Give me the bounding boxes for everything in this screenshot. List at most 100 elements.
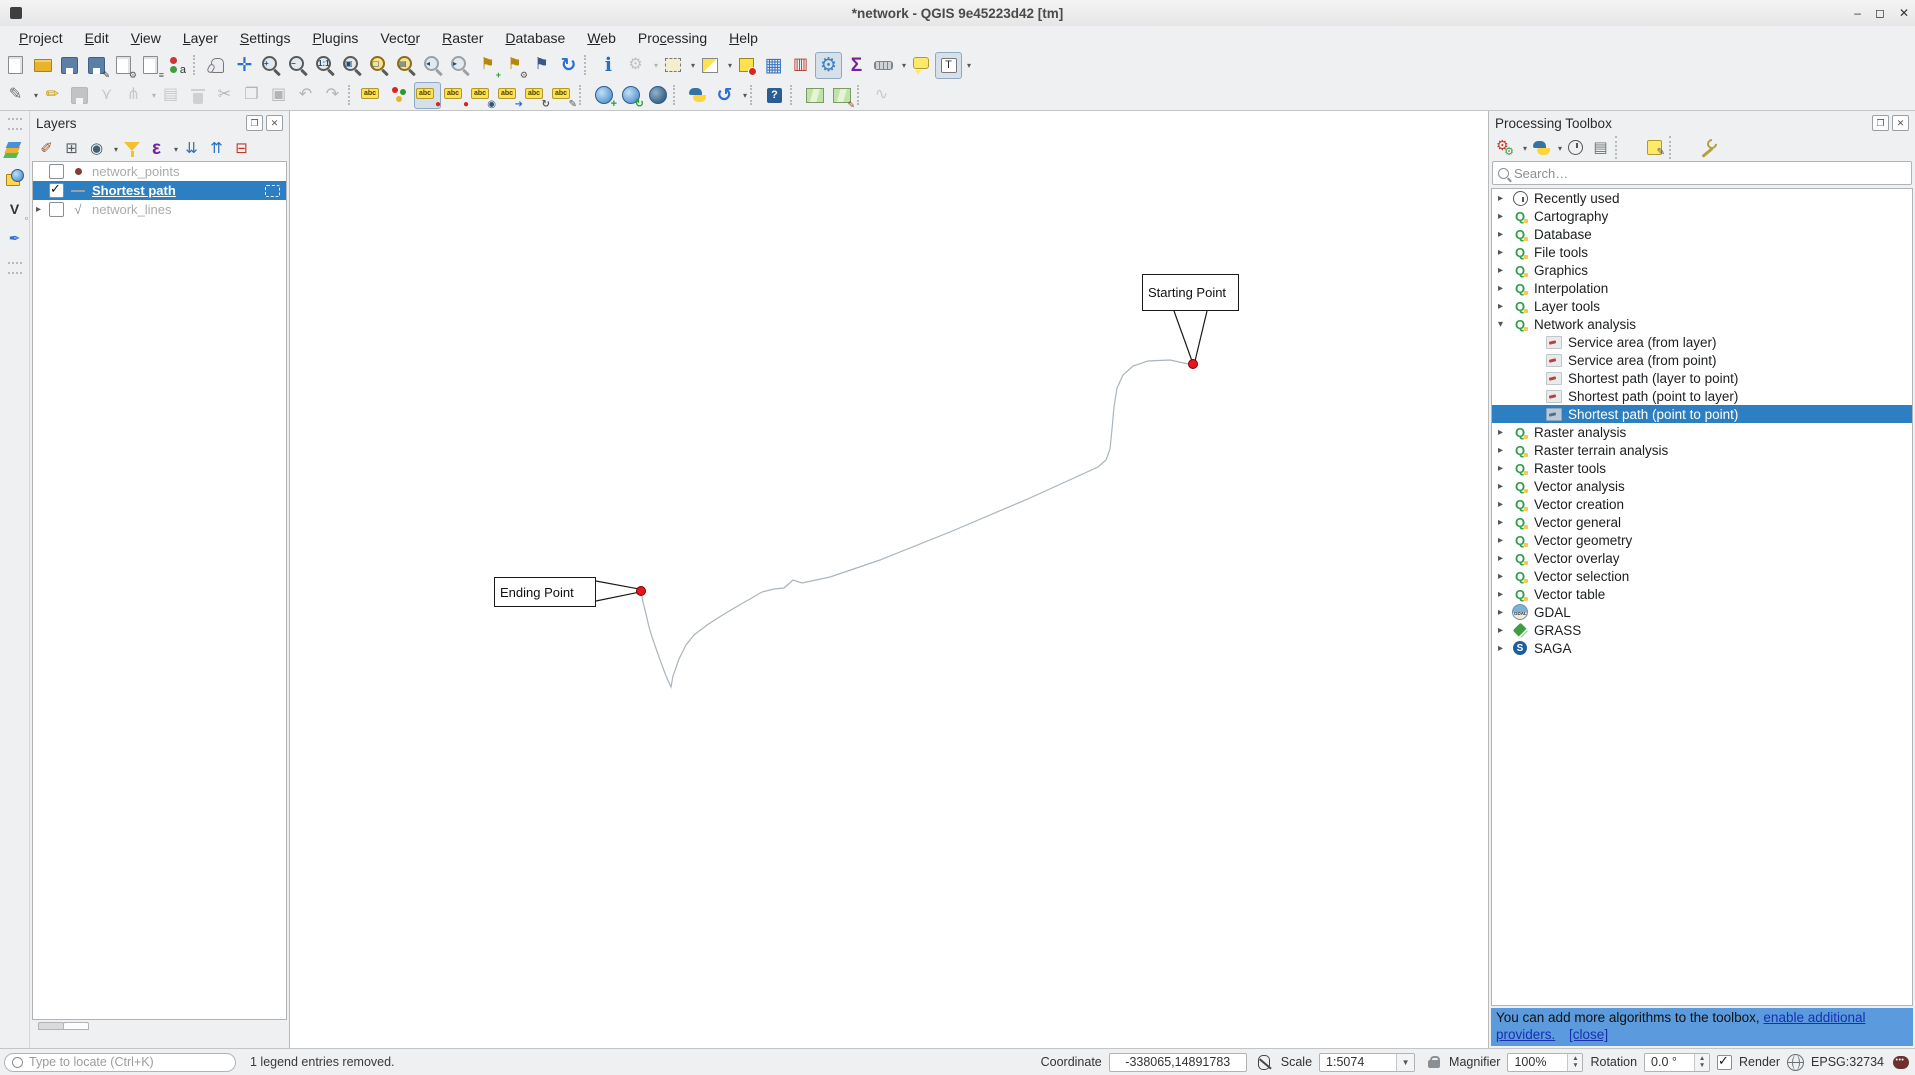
algorithm-search-input[interactable]: Search…	[1492, 161, 1912, 185]
expand-arrow-icon[interactable]: ▸	[1498, 265, 1510, 276]
tree-row[interactable]: ▾ Network analysis	[1492, 315, 1912, 333]
menu-item[interactable]: Web	[576, 28, 627, 48]
tree-row[interactable]: ▸ File tools	[1492, 243, 1912, 261]
expand-arrow-icon[interactable]: ▸	[1498, 247, 1510, 258]
tree-row[interactable]: Shortest path (point to layer)	[1492, 387, 1912, 405]
float-panel-button[interactable]: ❐	[1872, 115, 1889, 131]
layer-row[interactable]: network_points	[33, 162, 286, 181]
tree-row[interactable]: Shortest path (layer to point)	[1492, 369, 1912, 387]
menu-item[interactable]: View	[120, 28, 172, 48]
expand-arrow-icon[interactable]: ▸	[1498, 463, 1510, 474]
expand-arrow-icon[interactable]: ▸	[1498, 445, 1510, 456]
expand-arrow-icon[interactable]: ▸	[1498, 499, 1510, 510]
tree-row[interactable]: Shortest path (point to point)	[1492, 405, 1912, 423]
expand-arrow-icon[interactable]: ▾	[1498, 319, 1510, 330]
close-panel-button[interactable]: ✕	[1892, 115, 1909, 131]
menu-item[interactable]: Edit	[74, 28, 120, 48]
float-panel-button[interactable]: ❐	[246, 115, 263, 131]
tree-row[interactable]: ▸ Interpolation	[1492, 279, 1912, 297]
expand-arrow-icon[interactable]: ▸	[1498, 517, 1510, 528]
tree-row[interactable]: ▸ Vector creation	[1492, 495, 1912, 513]
tree-row[interactable]: ▸ GRASS	[1492, 621, 1912, 639]
expand-arrow-icon[interactable]: ▸	[1498, 625, 1510, 636]
spinner-buttons[interactable]: ▲▼	[1567, 1054, 1582, 1071]
layer-label[interactable]: network_points	[92, 164, 179, 179]
menu-item[interactable]: Raster	[431, 28, 494, 48]
menu-item[interactable]: Settings	[229, 28, 302, 48]
crs-status-button[interactable]: EPSG:32734	[1811, 1055, 1884, 1069]
panel-tab[interactable]	[63, 1022, 89, 1030]
tree-row[interactable]: ▸ Raster analysis	[1492, 423, 1912, 441]
menu-item[interactable]: Processing	[627, 28, 718, 48]
extents-toggle-icon[interactable]	[1254, 1052, 1274, 1072]
expand-arrow-icon[interactable]: ▸	[36, 204, 46, 215]
tree-row[interactable]: ▸ Database	[1492, 225, 1912, 243]
tree-row[interactable]: ▸ Vector geometry	[1492, 531, 1912, 549]
menu-item[interactable]: Database	[494, 28, 576, 48]
expand-arrow-icon[interactable]: ▸	[1498, 481, 1510, 492]
chevron-down-icon[interactable]: ▼	[1396, 1054, 1414, 1071]
toolbar-handle[interactable]	[8, 262, 22, 274]
expand-arrow-icon[interactable]: ▸	[1498, 571, 1510, 582]
locator-search-input[interactable]: Type to locate (Ctrl+K)	[4, 1053, 236, 1072]
messages-icon[interactable]	[1891, 1052, 1911, 1072]
tree-item-label: Recently used	[1534, 191, 1620, 206]
expand-arrow-icon[interactable]: ▸	[1498, 193, 1510, 204]
maximize-button[interactable]: ◻	[1875, 6, 1885, 20]
lock-scale-icon[interactable]	[1422, 1052, 1442, 1072]
tree-row[interactable]: ▸ Recently used	[1492, 189, 1912, 207]
expand-arrow-icon[interactable]: ▸	[1498, 589, 1510, 600]
tree-row[interactable]: ▸ SAGA	[1492, 639, 1912, 657]
layer-row[interactable]: ▸ network_lines	[33, 200, 286, 219]
map-canvas[interactable]: Starting Point Ending Point	[290, 111, 1488, 1048]
close-notification-link[interactable]: [close]	[1569, 1027, 1608, 1042]
render-checkbox[interactable]	[1717, 1055, 1732, 1070]
tree-item-icon	[1510, 550, 1530, 567]
menu-item[interactable]: Vector	[369, 28, 431, 48]
close-panel-button[interactable]: ✕	[266, 115, 283, 131]
tree-row[interactable]: ▸ Vector overlay	[1492, 549, 1912, 567]
scale-combobox[interactable]: 1:5074 ▼	[1319, 1053, 1415, 1072]
tree-row[interactable]: ▸ Vector analysis	[1492, 477, 1912, 495]
menu-item[interactable]: Layer	[172, 28, 229, 48]
expand-arrow-icon[interactable]: ▸	[1498, 643, 1510, 654]
tree-row[interactable]: ▸ Graphics	[1492, 261, 1912, 279]
annotation-starting-point[interactable]: Starting Point	[1142, 274, 1239, 311]
tree-row[interactable]: ▸ Raster terrain analysis	[1492, 441, 1912, 459]
tree-row[interactable]: ▸ Layer tools	[1492, 297, 1912, 315]
expand-arrow-icon[interactable]: ▸	[1498, 427, 1510, 438]
layer-checkbox[interactable]	[49, 164, 64, 179]
tree-row[interactable]: ▸ Cartography	[1492, 207, 1912, 225]
tree-row[interactable]: ▸ Vector table	[1492, 585, 1912, 603]
expand-arrow-icon[interactable]: ▸	[1498, 301, 1510, 312]
tree-row[interactable]: ▸ GDAL	[1492, 603, 1912, 621]
annotation-ending-point[interactable]: Ending Point	[494, 577, 596, 607]
expand-arrow-icon[interactable]: ▸	[1498, 211, 1510, 222]
spinner-buttons[interactable]: ▲▼	[1694, 1054, 1709, 1071]
layer-label[interactable]: network_lines	[92, 202, 172, 217]
rotation-spinbox[interactable]: 0.0 ° ▲▼	[1644, 1053, 1710, 1072]
tree-row[interactable]: Service area (from layer)	[1492, 333, 1912, 351]
layer-label[interactable]: Shortest path	[92, 183, 176, 198]
panel-tab[interactable]	[38, 1022, 64, 1030]
tree-row[interactable]: Service area (from point)	[1492, 351, 1912, 369]
expand-arrow-icon[interactable]: ▸	[1498, 535, 1510, 546]
magnifier-spinbox[interactable]: 100% ▲▼	[1507, 1053, 1583, 1072]
layer-checkbox[interactable]	[49, 202, 64, 217]
menu-item[interactable]: Help	[718, 28, 769, 48]
expand-arrow-icon[interactable]: ▸	[1498, 553, 1510, 564]
tree-row[interactable]: ▸ Vector general	[1492, 513, 1912, 531]
expand-arrow-icon[interactable]: ▸	[1498, 607, 1510, 618]
coordinate-input[interactable]: -338065,14891783	[1109, 1053, 1247, 1072]
tree-row[interactable]: ▸ Raster tools	[1492, 459, 1912, 477]
layer-row[interactable]: Shortest path	[33, 181, 286, 200]
expand-arrow-icon[interactable]: ▸	[1498, 283, 1510, 294]
minimize-button[interactable]: –	[1854, 6, 1861, 20]
tree-row[interactable]: ▸ Vector selection	[1492, 567, 1912, 585]
layer-checkbox[interactable]	[49, 183, 64, 198]
toolbar-handle[interactable]	[8, 118, 22, 130]
expand-arrow-icon[interactable]: ▸	[1498, 229, 1510, 240]
menu-item[interactable]: Plugins	[301, 28, 369, 48]
menu-item[interactable]: Project	[8, 28, 74, 48]
close-button[interactable]: ✕	[1899, 6, 1909, 20]
